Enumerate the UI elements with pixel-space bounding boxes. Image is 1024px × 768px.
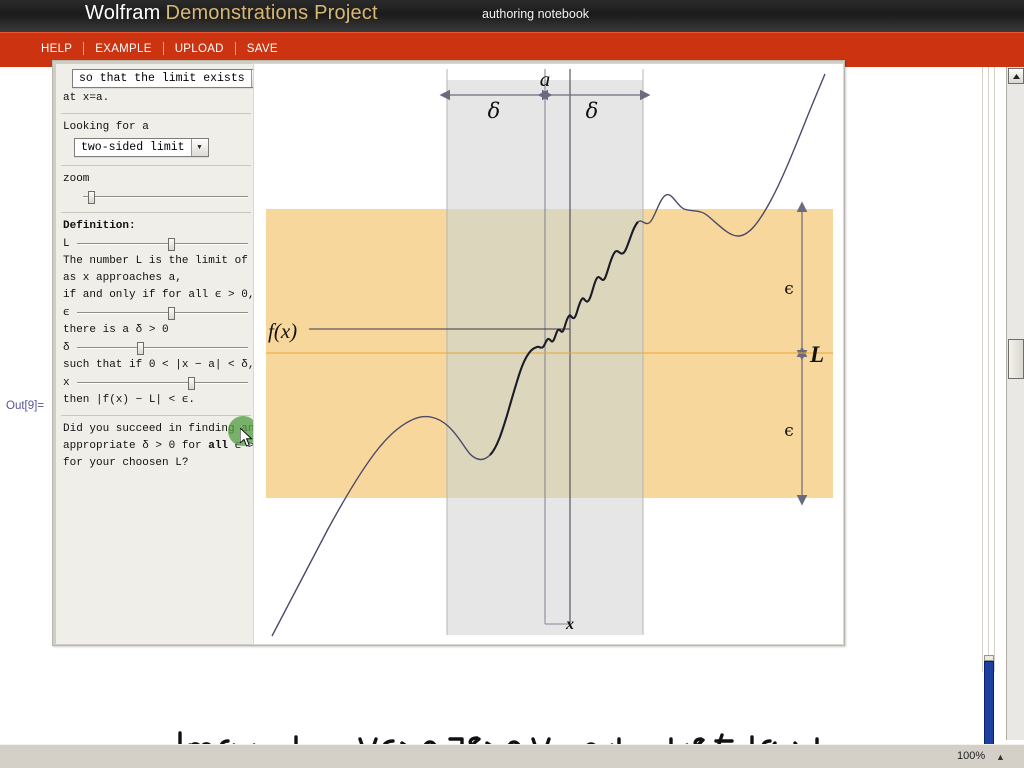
- zoom-slider-thumb[interactable]: [87, 191, 95, 204]
- label-delta-right: δ: [586, 99, 599, 123]
- definition-line-6: then |f(x) − L| < ϵ.: [63, 394, 196, 406]
- slider-bar: [83, 196, 248, 198]
- definition-line-4: there is a δ > 0: [63, 324, 169, 336]
- menu-item-example[interactable]: EXAMPLE: [84, 43, 162, 55]
- x-slider[interactable]: x: [56, 374, 254, 392]
- epsilon-slider-label: ϵ: [63, 307, 70, 319]
- label-epsilon-bottom: ϵ: [784, 421, 794, 441]
- definition-line-3: if and only if for all ϵ > 0,: [63, 289, 255, 301]
- at-x-equals-a-label: at x=a.: [63, 92, 110, 104]
- divider: [61, 415, 251, 416]
- limit-type-prompt-label: Looking for a: [63, 121, 149, 133]
- function-select-value: so that the limit exists: [79, 72, 245, 85]
- delta-slider[interactable]: δ: [56, 339, 254, 357]
- mouse-pointer-icon: [240, 428, 253, 447]
- brand-rest-words: Demonstrations Project: [165, 2, 378, 24]
- definition-heading: Definition:: [63, 220, 136, 232]
- x-slider-thumb[interactable]: [188, 377, 196, 390]
- notebook-cell-bracket-1: [982, 67, 983, 672]
- slider-bar: [77, 382, 248, 384]
- zoom-slider-track[interactable]: [83, 191, 248, 204]
- delta-slider-label: δ: [63, 342, 70, 354]
- L-slider-label: L: [63, 238, 70, 250]
- function-select-dropdown[interactable]: so that the limit exists ▼: [72, 69, 254, 88]
- brand-first-word: Wolfram: [85, 2, 161, 24]
- scroll-up-button[interactable]: [1008, 68, 1024, 84]
- limit-type-select-value: two-sided limit: [81, 141, 185, 154]
- zoom-slider-label: zoom: [63, 173, 90, 185]
- limit-plot-svg: a δ δ ϵ ϵ L f(x) x: [266, 67, 833, 637]
- label-epsilon-top: ϵ: [784, 279, 794, 299]
- divider: [61, 113, 251, 114]
- notebook-cell-bracket-3: [994, 67, 995, 672]
- zoom-slider[interactable]: [56, 188, 254, 206]
- wolfram-brand-logo: Wolfram Demonstrations Project: [85, 2, 378, 25]
- limit-graphic[interactable]: a δ δ ϵ ϵ L f(x) x: [253, 63, 844, 645]
- triangle-up-icon[interactable]: ▲: [996, 752, 1005, 762]
- chevron-down-icon[interactable]: ▼: [190, 139, 208, 156]
- function-prompt-label: choose a function f: [56, 64, 254, 67]
- L-slider-thumb[interactable]: [167, 238, 175, 251]
- control-panel: choose a function f so that the limit ex…: [55, 63, 255, 645]
- epsilon-slider-thumb[interactable]: [167, 307, 175, 320]
- label-x: x: [565, 616, 574, 633]
- manipulate-panel: choose a function f so that the limit ex…: [52, 60, 845, 646]
- authoring-notebook-label: authoring notebook: [482, 7, 590, 21]
- question-line-2-a: appropriate δ > 0 for: [63, 440, 209, 452]
- slider-bar: [77, 312, 248, 314]
- label-fx: f(x): [268, 319, 297, 343]
- zoom-level-readout[interactable]: 100%: [957, 750, 985, 762]
- slider-bar: [77, 347, 248, 349]
- application-window: Wolfram Demonstrations Project authoring …: [0, 0, 1024, 768]
- vertical-scrollbar[interactable]: [1006, 67, 1024, 740]
- title-bar: Wolfram Demonstrations Project authoring …: [0, 0, 1024, 32]
- divider: [61, 165, 251, 166]
- definition-line-2: as x approaches a,: [63, 272, 182, 284]
- delta-slider-thumb[interactable]: [136, 342, 144, 355]
- limit-type-select-dropdown[interactable]: two-sided limit ▼: [74, 138, 209, 157]
- question-line-3: for your choosen L?: [63, 457, 189, 469]
- delta-slider-track[interactable]: [77, 342, 248, 355]
- divider: [61, 212, 251, 213]
- question-line-1: Did you succeed in finding an: [63, 423, 255, 435]
- question-all-emphasis: all: [208, 440, 229, 452]
- label-L: L: [809, 342, 824, 367]
- status-bar: [0, 744, 1024, 768]
- notebook-canvas: Out[9]= choose a function f so that the …: [0, 60, 1010, 768]
- menu-item-help[interactable]: HELP: [30, 43, 83, 55]
- menu-item-save[interactable]: SAVE: [236, 43, 289, 55]
- selected-cell-bracket[interactable]: [984, 661, 994, 747]
- scrollbar-thumb[interactable]: [1008, 339, 1024, 379]
- x-slider-track[interactable]: [77, 377, 248, 390]
- output-cell-label: Out[9]=: [6, 400, 45, 412]
- slider-bar: [77, 243, 248, 245]
- epsilon-slider-track[interactable]: [77, 307, 248, 320]
- question-line-2: appropriate δ > 0 for all ϵ > 0: [56, 438, 254, 455]
- definition-line-1: The number L is the limit of f: [63, 255, 255, 267]
- definition-line-5: such that if 0 < |x − a| < δ,: [63, 359, 255, 371]
- x-slider-label: x: [63, 377, 70, 389]
- triangle-up-icon: [1012, 73, 1020, 79]
- L-slider-track[interactable]: [77, 238, 248, 251]
- epsilon-slider[interactable]: ϵ: [56, 304, 254, 322]
- menu-item-upload[interactable]: UPLOAD: [164, 43, 235, 55]
- L-slider[interactable]: L: [56, 235, 254, 253]
- notebook-cell-bracket-2: [988, 67, 989, 672]
- menu-items-group: HELP EXAMPLE UPLOAD SAVE: [30, 42, 289, 55]
- label-delta-left: δ: [488, 99, 501, 123]
- label-a: a: [540, 67, 551, 91]
